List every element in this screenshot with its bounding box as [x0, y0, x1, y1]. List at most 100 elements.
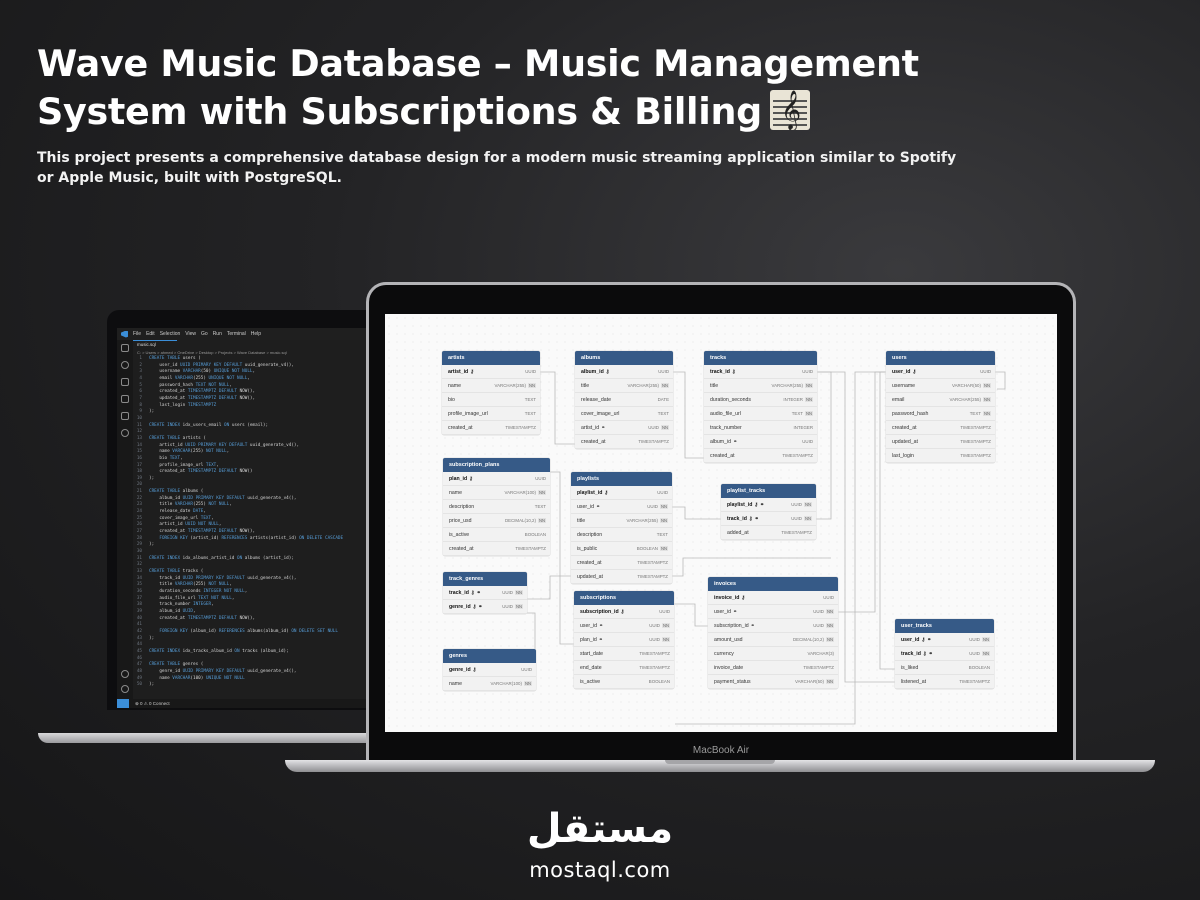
table-header[interactable]: playlists [571, 472, 672, 486]
table-header[interactable]: genres [443, 649, 536, 663]
table-row[interactable]: user_id ⚭ UUID NN [574, 619, 674, 633]
table-row[interactable]: amount_usd DECIMAL(10,2) NN [708, 633, 838, 647]
table-row[interactable]: invoice_date TIMESTAMPTZ [708, 661, 838, 675]
table-row[interactable]: last_login TIMESTAMPTZ [886, 449, 995, 463]
table-row[interactable]: is_active BOOLEAN [443, 528, 550, 542]
gear-icon[interactable] [121, 685, 129, 693]
table-row[interactable]: user_id ⚷ ⚭ UUID NN [895, 633, 994, 647]
table-row[interactable]: description TEXT [571, 528, 672, 542]
table-row[interactable]: price_usd DECIMAL(10,2) NN [443, 514, 550, 528]
table-row[interactable]: track_id ⚷ UUID [704, 365, 817, 379]
table-row[interactable]: user_id ⚭ UUID NN [571, 500, 672, 514]
table-row[interactable]: created_at TIMESTAMPTZ [886, 421, 995, 435]
table-tracks[interactable]: tracks track_id ⚷ UUID title VARCHAR(255) NN du… [704, 351, 817, 463]
search-icon[interactable] [121, 361, 129, 369]
table-row[interactable]: track_id ⚷ ⚭ UUID NN [721, 512, 816, 526]
database-icon[interactable] [121, 429, 129, 437]
table-row[interactable]: end_date TIMESTAMPTZ [574, 661, 674, 675]
table-header[interactable]: track_genres [443, 572, 527, 586]
menu-item-go[interactable]: Go [201, 331, 208, 337]
table-subscription-plans[interactable]: subscription_plans plan_id ⚷ UUID name VARCHA… [443, 458, 550, 556]
table-row[interactable]: audio_file_url TEXT NN [704, 407, 817, 421]
menu-item-terminal[interactable]: Terminal [227, 331, 246, 337]
table-row[interactable]: updated_at TIMESTAMPTZ [886, 435, 995, 449]
table-row[interactable]: added_at TIMESTAMPTZ [721, 526, 816, 540]
table-row[interactable]: username VARCHAR(50) NN [886, 379, 995, 393]
table-row[interactable]: album_id ⚷ UUID [575, 365, 673, 379]
table-user-tracks[interactable]: user_tracks user_id ⚷ ⚭ UUID NN track_id ⚷ ⚭ UUID… [895, 619, 994, 689]
table-row[interactable]: track_id ⚷ ⚭ UUID NN [895, 647, 994, 661]
table-row[interactable]: created_at TIMESTAMPTZ [443, 542, 550, 556]
table-row[interactable]: name VARCHAR(100) NN [443, 486, 550, 500]
table-header[interactable]: subscriptions [574, 591, 674, 605]
table-users[interactable]: users user_id ⚷ UUID username VARCHAR(50) NN em… [886, 351, 995, 463]
table-row[interactable]: is_public BOOLEAN NN [571, 542, 672, 556]
table-row[interactable]: bio TEXT [442, 393, 540, 407]
table-row[interactable]: album_id ⚭ UUID [704, 435, 817, 449]
table-row[interactable]: subscription_id ⚷ UUID [574, 605, 674, 619]
vscode-editor[interactable]: music.sql C: > Users > ahmed > OneDrive … [133, 340, 387, 699]
table-row[interactable]: created_at TIMESTAMPTZ [575, 435, 673, 449]
table-row[interactable]: description TEXT [443, 500, 550, 514]
table-track-genres[interactable]: track_genres track_id ⚷ ⚭ UUID NN genre_id ⚷ ⚭ UU… [443, 572, 527, 614]
table-row[interactable]: duration_seconds INTEGER NN [704, 393, 817, 407]
table-row[interactable]: release_date DATE [575, 393, 673, 407]
explorer-icon[interactable] [121, 344, 129, 352]
table-playlists[interactable]: playlists playlist_id ⚷ UUID user_id ⚭ UUID NN t… [571, 472, 672, 584]
table-row[interactable]: profile_image_url TEXT [442, 407, 540, 421]
table-row[interactable]: title VARCHAR(255) NN [571, 514, 672, 528]
table-row[interactable]: subscription_id ⚭ UUID NN [708, 619, 838, 633]
table-row[interactable]: created_at TIMESTAMPTZ [442, 421, 540, 435]
extensions-icon[interactable] [121, 412, 129, 420]
menu-item-help[interactable]: Help [251, 331, 261, 337]
remote-icon[interactable] [117, 699, 129, 708]
menu-item-run[interactable]: Run [213, 331, 222, 337]
table-row[interactable]: created_at TIMESTAMPTZ [571, 556, 672, 570]
table-artists[interactable]: artists artist_id ⚷ UUID name VARCHAR(255) NN b… [442, 351, 540, 435]
table-subscriptions[interactable]: subscriptions subscription_id ⚷ UUID user_id… [574, 591, 674, 689]
menu-item-edit[interactable]: Edit [146, 331, 155, 337]
table-row[interactable]: genre_id ⚷ ⚭ UUID NN [443, 600, 527, 614]
source-control-icon[interactable] [121, 378, 129, 386]
table-row[interactable]: email VARCHAR(255) NN [886, 393, 995, 407]
table-row[interactable]: plan_id ⚭ UUID NN [574, 633, 674, 647]
table-row[interactable]: user_id ⚷ UUID [886, 365, 995, 379]
table-row[interactable]: listened_at TIMESTAMPTZ [895, 675, 994, 689]
table-row[interactable]: track_number INTEGER [704, 421, 817, 435]
menu-item-file[interactable]: File [133, 331, 141, 337]
table-row[interactable]: title VARCHAR(255) NN [704, 379, 817, 393]
table-header[interactable]: artists [442, 351, 540, 365]
table-row[interactable]: payment_status VARCHAR(50) NN [708, 675, 838, 689]
menu-item-view[interactable]: View [185, 331, 196, 337]
table-header[interactable]: user_tracks [895, 619, 994, 633]
table-row[interactable]: name VARCHAR(100) NN [443, 677, 536, 691]
menu-item-selection[interactable]: Selection [160, 331, 181, 337]
erd-canvas[interactable]: artists artist_id ⚷ UUID name VARCHAR(255) NN b… [385, 314, 1057, 732]
table-header[interactable]: users [886, 351, 995, 365]
table-row[interactable]: password_hash TEXT NN [886, 407, 995, 421]
table-header[interactable]: subscription_plans [443, 458, 550, 472]
table-genres[interactable]: genres genre_id ⚷ UUID name VARCHAR(100) NN [443, 649, 536, 691]
table-row[interactable]: playlist_id ⚷ UUID [571, 486, 672, 500]
table-row[interactable]: created_at TIMESTAMPTZ [704, 449, 817, 463]
table-albums[interactable]: albums album_id ⚷ UUID title VARCHAR(255) NN re… [575, 351, 673, 449]
table-row[interactable]: track_id ⚷ ⚭ UUID NN [443, 586, 527, 600]
account-icon[interactable] [121, 670, 129, 678]
table-row[interactable]: updated_at TIMESTAMPTZ [571, 570, 672, 584]
table-row[interactable]: genre_id ⚷ UUID [443, 663, 536, 677]
table-row[interactable]: name VARCHAR(255) NN [442, 379, 540, 393]
table-header[interactable]: playlist_tracks [721, 484, 816, 498]
table-row[interactable]: invoice_id ⚷ UUID [708, 591, 838, 605]
table-invoices[interactable]: invoices invoice_id ⚷ UUID user_id ⚭ UUID NN sub… [708, 577, 838, 689]
table-row[interactable]: is_active BOOLEAN [574, 675, 674, 689]
table-header[interactable]: invoices [708, 577, 838, 591]
table-row[interactable]: cover_image_url TEXT [575, 407, 673, 421]
table-header[interactable]: albums [575, 351, 673, 365]
table-row[interactable]: artist_id ⚷ UUID [442, 365, 540, 379]
table-row[interactable]: user_id ⚭ UUID NN [708, 605, 838, 619]
table-row[interactable]: title VARCHAR(255) NN [575, 379, 673, 393]
table-row[interactable]: is_liked BOOLEAN [895, 661, 994, 675]
tab-music-sql[interactable]: music.sql [133, 340, 177, 349]
table-playlist-tracks[interactable]: playlist_tracks playlist_id ⚷ ⚭ UUID NN track_… [721, 484, 816, 540]
table-row[interactable]: currency VARCHAR(3) [708, 647, 838, 661]
